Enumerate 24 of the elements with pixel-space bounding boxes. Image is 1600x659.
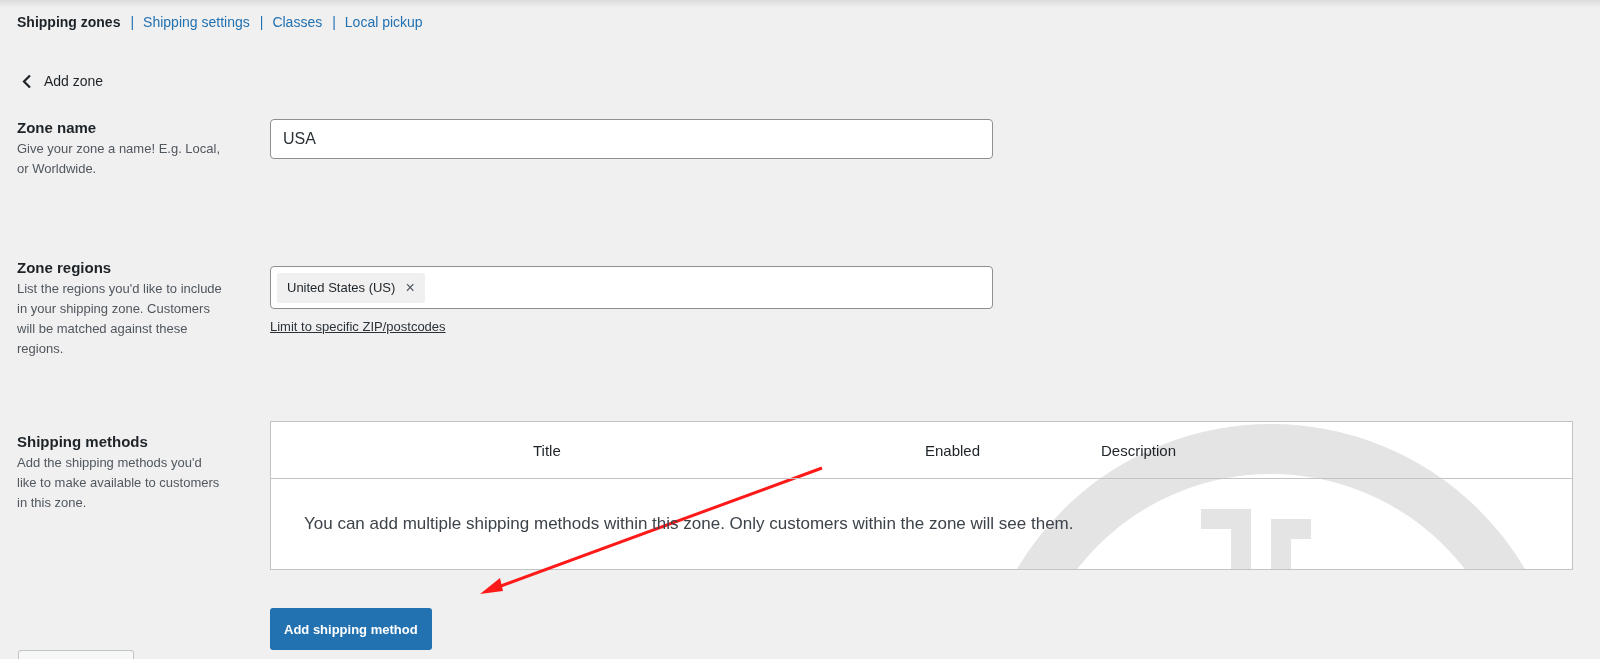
section-title: Zone regions [17,259,113,276]
regions-field[interactable]: United States (US) × [270,266,993,309]
tab-separator: | [259,14,264,30]
column-header: Description [1101,441,1177,459]
section-description: Add the shipping methods you'd like to make available to customers in this zone. [17,454,221,512]
back-link[interactable]: Add zone [22,73,104,89]
nav-tab[interactable]: Local pickup [344,14,423,30]
nav-tab[interactable]: Shipping settings [143,14,250,30]
postcode-link[interactable]: Limit to specific ZIP/postcodes [270,319,446,334]
section-description: List the regions you'd like to include in your shipping zone. Customers will be matched against these regions. [17,280,222,358]
tab-separator: | [332,14,336,30]
column-header: Enabled [925,441,981,459]
remove-tag-button[interactable]: × [405,278,415,297]
section-description: Give your zone a name! E.g. Local, or Worldwide. [17,140,222,178]
nav-tab[interactable]: Shipping zones [17,14,121,30]
chevron-left-icon [22,73,32,89]
section-title: Shipping methods [17,433,149,450]
region-tag: United States (US) [287,280,396,295]
tab-separator: | [130,14,135,30]
zone-name-field[interactable]: USA [270,119,993,159]
section-title: Zone name [17,119,98,136]
add-method-button[interactable]: Add shipping method [270,608,432,650]
nav-tab[interactable]: Classes [272,14,323,30]
column-header: Title [533,441,561,459]
